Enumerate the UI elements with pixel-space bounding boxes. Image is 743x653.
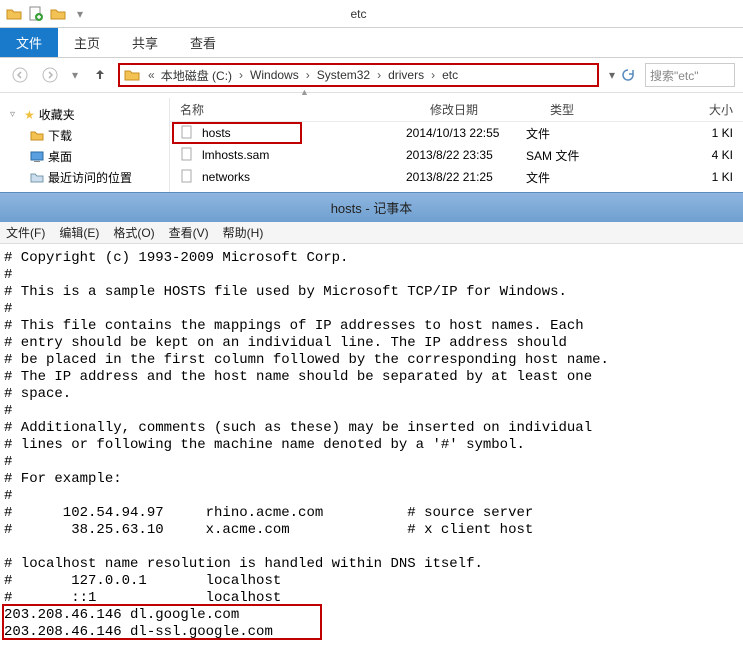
navigation-pane: ▿ ★ 收藏夹 下载 桌面 最近访问的位置	[0, 98, 170, 192]
menu-file[interactable]: 文件(F)	[6, 224, 45, 241]
search-input[interactable]: 搜索"etc"	[645, 63, 735, 87]
breadcrumb[interactable]: « 本地磁盘 (C:) › Windows › System32 › drive…	[118, 63, 599, 87]
custom-lines-highlight	[2, 604, 322, 640]
chevron-down-icon[interactable]: ▿	[10, 109, 20, 120]
folder-icon[interactable]	[6, 6, 22, 22]
breadcrumb-item[interactable]: System32	[315, 68, 372, 82]
breadcrumb-prefix: «	[144, 68, 159, 82]
file-row[interactable]: networks 2013/8/22 21:25 文件 1 KI	[170, 166, 743, 188]
folder-icon	[30, 129, 44, 143]
nav-desktop[interactable]: 桌面	[6, 146, 169, 167]
folder-open-icon[interactable]	[50, 6, 66, 22]
nav-recent[interactable]: 最近访问的位置	[6, 167, 169, 188]
folder-icon	[124, 67, 140, 83]
recent-icon	[30, 171, 44, 185]
file-icon	[180, 147, 196, 163]
menu-format[interactable]: 格式(O)	[113, 224, 154, 241]
tab-file[interactable]: 文件	[0, 28, 58, 57]
file-size: 1 KI	[636, 170, 743, 184]
menu-view[interactable]: 查看(V)	[169, 224, 209, 241]
file-date: 2013/8/22 21:25	[406, 170, 526, 184]
history-dropdown-icon[interactable]: ▾	[68, 68, 82, 82]
address-controls: ▾	[605, 68, 639, 82]
file-size: 1 KI	[636, 126, 743, 140]
file-list: 名称 修改日期 类型 大小 hosts 2014/10/13 22:55 文件 …	[170, 98, 743, 192]
window-title: etc	[94, 7, 623, 21]
list-header: 名称 修改日期 类型 大小	[170, 98, 743, 122]
chevron-down-icon[interactable]: ▾	[609, 68, 615, 82]
breadcrumb-item[interactable]: Windows	[248, 68, 301, 82]
file-name: lmhosts.sam	[202, 148, 269, 162]
file-type: 文件	[526, 125, 636, 142]
explorer-titlebar: ▾ etc	[0, 0, 743, 28]
nav-label: 下载	[48, 127, 72, 144]
chevron-right-icon[interactable]: ›	[234, 68, 248, 82]
breadcrumb-item[interactable]: 本地磁盘 (C:)	[159, 67, 234, 84]
address-bar-row: ▾ « 本地磁盘 (C:) › Windows › System32 › dri…	[0, 58, 743, 92]
nav-label: 最近访问的位置	[48, 169, 132, 186]
file-size: 4 KI	[636, 148, 743, 162]
notepad-menubar: 文件(F) 编辑(E) 格式(O) 查看(V) 帮助(H)	[0, 222, 743, 244]
file-row[interactable]: lmhosts.sam 2013/8/22 23:35 SAM 文件 4 KI	[170, 144, 743, 166]
notepad-title: hosts - 记事本	[331, 198, 413, 217]
notepad-content: # Copyright (c) 1993-2009 Microsoft Corp…	[4, 250, 609, 640]
refresh-icon[interactable]	[621, 68, 635, 82]
chevron-down-icon[interactable]: ▾	[72, 6, 88, 22]
file-date: 2013/8/22 23:35	[406, 148, 526, 162]
column-size[interactable]: 大小	[660, 101, 743, 118]
breadcrumb-item[interactable]: etc	[440, 68, 460, 82]
menu-edit[interactable]: 编辑(E)	[59, 224, 99, 241]
tab-share[interactable]: 共享	[116, 28, 174, 57]
nav-downloads[interactable]: 下载	[6, 125, 169, 146]
chevron-right-icon[interactable]: ›	[372, 68, 386, 82]
explorer-body: ▿ ★ 收藏夹 下载 桌面 最近访问的位置 名称 修改日期 类型 大小 host…	[0, 98, 743, 192]
up-button[interactable]	[88, 63, 112, 87]
ribbon-tabs: 文件 主页 共享 查看	[0, 28, 743, 58]
column-date[interactable]: 修改日期	[430, 101, 550, 118]
file-icon	[180, 169, 196, 185]
new-file-icon[interactable]	[28, 6, 44, 22]
forward-button[interactable]	[38, 63, 62, 87]
menu-help[interactable]: 帮助(H)	[223, 224, 264, 241]
file-type: 文件	[526, 169, 636, 186]
file-date: 2014/10/13 22:55	[406, 126, 526, 140]
search-placeholder: 搜索"etc"	[650, 67, 699, 84]
breadcrumb-item[interactable]: drivers	[386, 68, 426, 82]
back-button[interactable]	[8, 63, 32, 87]
chevron-right-icon[interactable]: ›	[301, 68, 315, 82]
nav-label: 收藏夹	[39, 106, 75, 123]
file-type: SAM 文件	[526, 147, 636, 164]
chevron-right-icon[interactable]: ›	[426, 68, 440, 82]
file-name: networks	[202, 170, 250, 184]
column-type[interactable]: 类型	[550, 101, 660, 118]
star-icon: ★	[24, 108, 35, 122]
tab-home[interactable]: 主页	[58, 28, 116, 57]
notepad-titlebar: hosts - 记事本	[0, 192, 743, 222]
nav-favorites[interactable]: ▿ ★ 收藏夹	[6, 104, 169, 125]
notepad-textarea[interactable]: # Copyright (c) 1993-2009 Microsoft Corp…	[0, 244, 743, 653]
nav-label: 桌面	[48, 148, 72, 165]
quick-launch: ▾	[0, 6, 94, 22]
column-name[interactable]: 名称	[170, 101, 430, 118]
desktop-icon	[30, 150, 44, 164]
hosts-highlight	[172, 122, 302, 144]
tab-view[interactable]: 查看	[174, 28, 232, 57]
